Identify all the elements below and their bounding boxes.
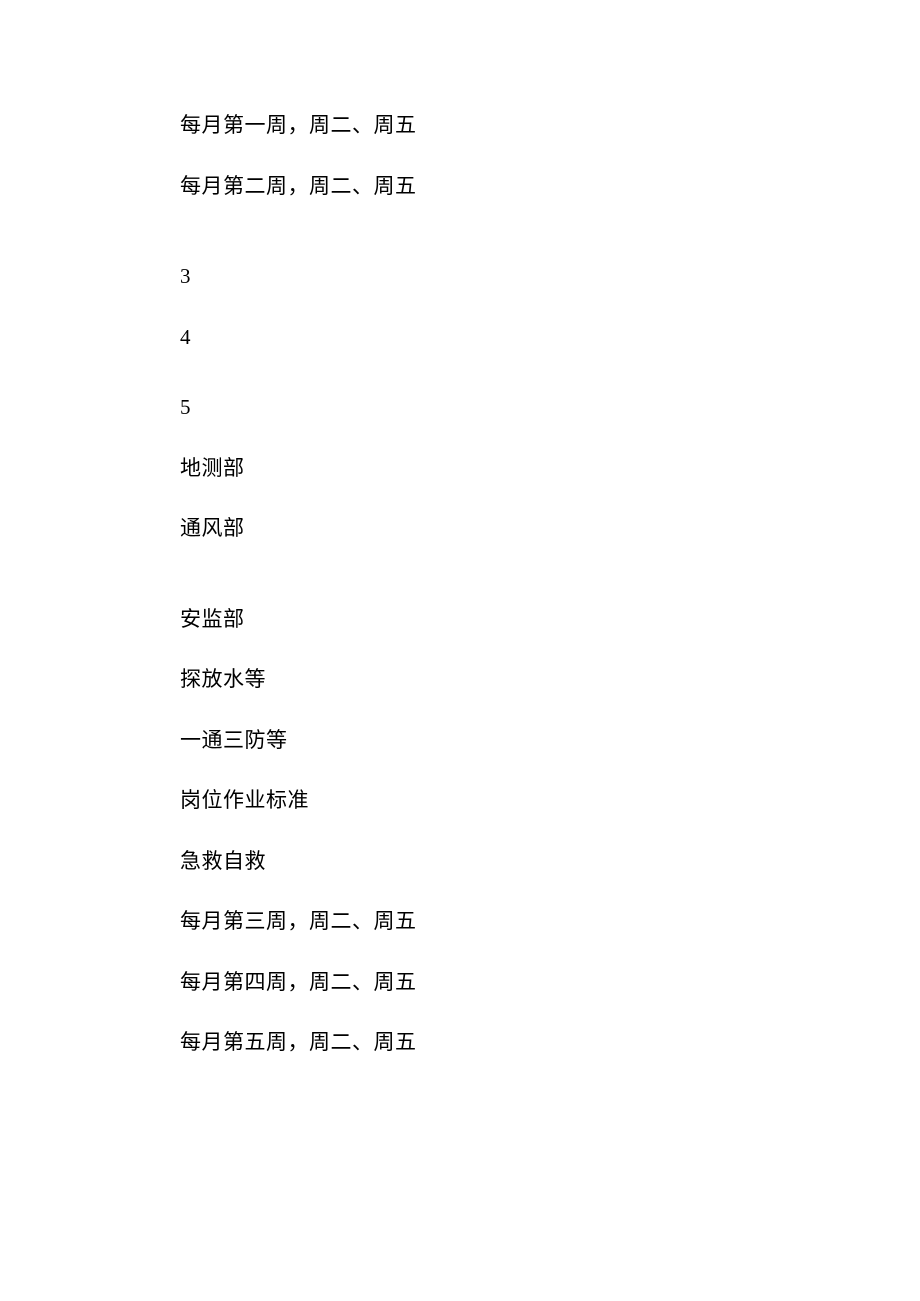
text-line: 4 (180, 322, 740, 354)
text-line: 安监部 (180, 604, 740, 636)
text-line: 通风部 (180, 513, 740, 545)
spacer (180, 382, 740, 392)
text-line: 3 (180, 261, 740, 293)
text-line: 每月第二周，周二、周五 (180, 171, 740, 203)
text-line: 岗位作业标准 (180, 785, 740, 817)
text-line: 地测部 (180, 453, 740, 485)
text-line: 每月第五周，周二、周五 (180, 1027, 740, 1059)
text-line: 一通三防等 (180, 725, 740, 757)
spacer (180, 231, 740, 261)
text-line: 每月第四周，周二、周五 (180, 967, 740, 999)
text-line: 急救自救 (180, 846, 740, 878)
text-line: 5 (180, 392, 740, 424)
spacer (180, 574, 740, 604)
text-line: 每月第一周，周二、周五 (180, 110, 740, 142)
text-line: 每月第三周，周二、周五 (180, 906, 740, 938)
text-line: 探放水等 (180, 664, 740, 696)
